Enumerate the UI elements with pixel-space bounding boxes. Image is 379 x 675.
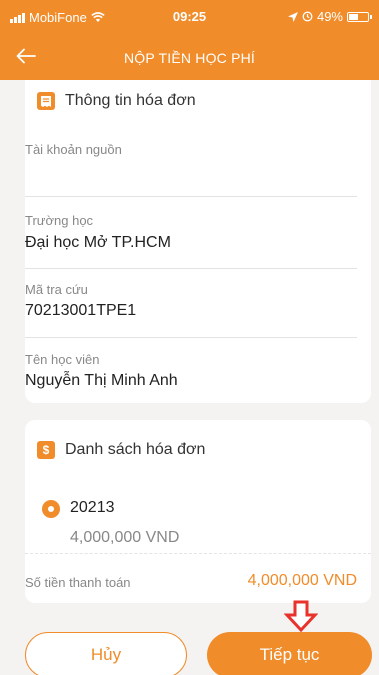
battery-icon: [347, 11, 372, 22]
school-value: Đại học Mở TP.HCM: [25, 234, 171, 251]
school-field: Trường học Đại học Mở TP.HCM: [25, 210, 371, 270]
continue-button[interactable]: Tiếp tục: [207, 632, 372, 675]
total-value: 4,000,000 VND: [247, 572, 357, 589]
nav-bar: NỘP TIỀN HỌC PHÍ: [0, 40, 379, 76]
lookup-code-value: 70213001TPE1: [25, 302, 137, 319]
lookup-code-label: Mã tra cứu: [25, 282, 88, 297]
arrow-down-icon: [284, 600, 318, 632]
student-name-value: Nguyễn Thị Minh Anh: [25, 372, 178, 389]
lookup-code-field: Mã tra cứu 70213001TPE1: [25, 280, 371, 340]
divider: [25, 268, 357, 269]
receipt-icon: [37, 92, 55, 110]
status-right: 49%: [287, 9, 372, 24]
divider: [25, 337, 357, 338]
source-account-field[interactable]: Tài khoản nguồn: [25, 138, 371, 198]
invoice-list-card: $ Danh sách hóa đơn 20213 4,000,000 VND …: [25, 420, 371, 603]
invoice-list-header: $ Danh sách hóa đơn: [37, 441, 205, 459]
invoice-item[interactable]: 20213 4,000,000 VND: [25, 492, 371, 552]
student-name-label: Tên học viên: [25, 352, 100, 367]
invoice-info-header: Thông tin hóa đơn: [37, 92, 196, 110]
alarm-icon: [302, 11, 313, 22]
page-title: NỘP TIỀN HỌC PHÍ: [123, 50, 256, 66]
invoice-info-title: Thông tin hóa đơn: [65, 92, 196, 109]
dashed-divider: [25, 553, 371, 554]
battery-percent: 49%: [316, 9, 343, 24]
app-header: MobiFone 09:25 49% NỘP TIỀN HỌC PHÍ: [0, 0, 379, 80]
school-label: Trường học: [25, 213, 94, 228]
invoice-info-card: Thông tin hóa đơn Tài khoản nguồn Trường…: [25, 80, 371, 403]
status-bar: MobiFone 09:25 49%: [0, 0, 379, 32]
student-name-field: Tên học viên Nguyễn Thị Minh Anh: [25, 350, 371, 400]
invoice-item-amount: 4,000,000 VND: [70, 529, 180, 546]
location-arrow-icon: [287, 11, 298, 22]
invoice-list-title: Danh sách hóa đơn: [65, 441, 206, 458]
invoice-radio-selected[interactable]: [42, 500, 60, 518]
source-account-label: Tài khoản nguồn: [25, 142, 122, 157]
divider: [25, 196, 357, 197]
invoice-item-code: 20213: [70, 499, 115, 516]
cancel-button[interactable]: Hủy: [25, 632, 187, 675]
total-label: Số tiền thanh toán: [25, 575, 131, 590]
dollar-icon: $: [37, 441, 55, 459]
